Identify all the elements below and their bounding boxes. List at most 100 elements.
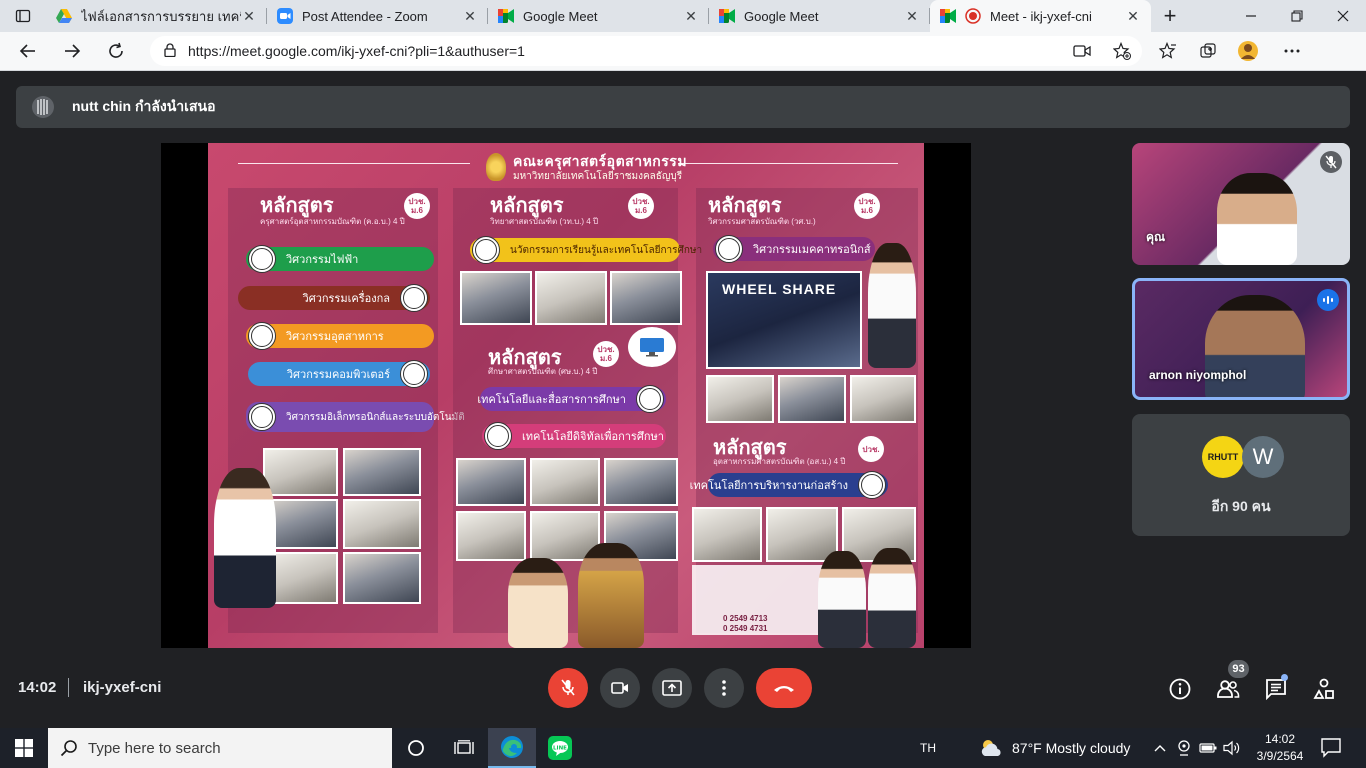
browser-tab-meet-2[interactable]: Google Meet ✕ — [709, 0, 930, 32]
window-controls — [1228, 0, 1366, 32]
new-tab-icon[interactable]: + — [1151, 0, 1189, 32]
browser-tab-meet-active[interactable]: Meet - ikj-yxef-cni ✕ — [930, 0, 1151, 32]
participant-name: คุณ — [1146, 230, 1166, 244]
task-view-icon[interactable] — [440, 728, 488, 768]
program-pill: วิศวกรรมอิเล็กทรอนิกส์และระบบอัตโนมัติ — [246, 402, 465, 432]
browser-tab-strip: ไฟล์เอกสารการบรรยาย เทคนิคการ ✕ Post Att… — [0, 0, 1366, 32]
tab-title: Post Attendee - Zoom — [302, 8, 428, 24]
minimize-icon[interactable] — [1228, 0, 1274, 32]
participant-tile-speaker[interactable]: arnon niyomphol — [1132, 278, 1350, 400]
info-icon — [1169, 678, 1191, 700]
weather-widget[interactable]: 87°F Mostly cloudy — [980, 739, 1130, 757]
activities-button[interactable] — [1311, 676, 1337, 702]
more-participants-label: อีก 90 คน — [1211, 498, 1271, 514]
poster-photo — [778, 375, 846, 423]
close-tab-icon[interactable]: ✕ — [904, 8, 920, 25]
address-bar[interactable]: https://meet.google.com/ikj-yxef-cni?pli… — [150, 36, 1142, 66]
poster-photo — [456, 458, 526, 506]
clock-date: 3/9/2564 — [1256, 749, 1304, 763]
meeting-code: ikj-yxef-cni — [83, 679, 162, 696]
poster-photo — [263, 448, 338, 496]
meeting-time: 14:02 — [18, 679, 57, 696]
student-figure — [868, 548, 916, 648]
volume-icon[interactable] — [1220, 736, 1244, 760]
input-language[interactable]: TH — [920, 741, 950, 755]
lock-icon[interactable] — [164, 42, 176, 60]
battery-icon[interactable] — [1196, 736, 1220, 760]
browser-tab-zoom[interactable]: Post Attendee - Zoom ✕ — [267, 0, 488, 32]
clock-time: 14:02 — [1264, 732, 1296, 746]
close-tab-icon[interactable]: ✕ — [1125, 8, 1141, 25]
zoom-icon — [277, 8, 293, 24]
settings-more-icon[interactable] — [1272, 35, 1312, 67]
people-icon — [1217, 680, 1240, 698]
camera-toggle-button[interactable] — [600, 668, 640, 708]
participant-name: arnon niyomphol — [1149, 368, 1247, 382]
collections-icon[interactable] — [1188, 35, 1228, 67]
windows-start-icon[interactable] — [0, 728, 48, 768]
leave-call-button[interactable] — [756, 668, 812, 708]
program-subheading: ศึกษาศาสตรบัณฑิต (ศษ.บ.) 4 ปี — [488, 367, 598, 376]
people-count-badge: 93 — [1228, 660, 1249, 678]
restore-icon[interactable] — [1274, 0, 1320, 32]
browser-tab-docs[interactable]: ไฟล์เอกสารการบรรยาย เทคนิคการ ✕ — [46, 0, 267, 32]
browser-toolbar: https://meet.google.com/ikj-yxef-cni?pli… — [0, 32, 1366, 71]
forward-icon[interactable] — [50, 35, 94, 67]
close-window-icon[interactable] — [1320, 0, 1366, 32]
close-tab-icon[interactable]: ✕ — [241, 8, 257, 25]
poster-photo — [530, 458, 600, 506]
program-pill: วิศวกรรมอุตสาหการ — [246, 322, 434, 350]
more-participants-tile[interactable]: RHUTT W อีก 90 คน — [1132, 414, 1350, 536]
edge-app-icon[interactable] — [488, 728, 536, 768]
program-pill: วิศวกรรมเครื่องกล — [238, 284, 430, 312]
svg-text:LINE: LINE — [553, 745, 567, 751]
browser-tab-meet-1[interactable]: Google Meet ✕ — [488, 0, 709, 32]
presenting-banner: nutt chin กำลังนำเสนอ — [16, 86, 1350, 128]
participant-tile-self[interactable]: คุณ — [1132, 143, 1350, 265]
camera-in-use-icon[interactable] — [1062, 35, 1102, 67]
program-subheading: วิศวกรรมศาสตรบัณฑิต (วศ.บ.) — [708, 217, 816, 226]
taskbar-search-box[interactable]: Type here to search — [48, 728, 392, 768]
tray-icons — [1148, 736, 1244, 760]
program-subheading: อุตสาหกรรมศาสตรบัณฑิต (อส.บ.) 4 ปี — [713, 457, 846, 466]
poster-subtitle: มหาวิทยาลัยเทคโนโลยีราชมงคลธัญบุรี — [513, 171, 683, 182]
add-favorite-icon[interactable] — [1102, 35, 1142, 67]
mic-toggle-button[interactable] — [548, 668, 588, 708]
back-icon[interactable] — [6, 35, 50, 67]
poster-photo — [692, 507, 762, 562]
more-vert-icon — [722, 680, 726, 696]
present-screen-icon — [662, 680, 682, 696]
tab-title: Google Meet — [523, 8, 598, 24]
close-tab-icon[interactable]: ✕ — [462, 8, 478, 25]
camera-icon — [611, 682, 628, 694]
favorites-icon[interactable] — [1148, 35, 1188, 67]
line-app-icon[interactable]: LINE — [536, 728, 584, 768]
student-figure — [818, 551, 866, 648]
close-tab-icon[interactable]: ✕ — [683, 8, 699, 25]
notifications-icon[interactable] — [1320, 736, 1344, 760]
show-everyone-button[interactable] — [1215, 676, 1241, 702]
poster-divider — [678, 163, 898, 164]
mic-off-icon — [1320, 151, 1342, 173]
poster-photo — [604, 458, 678, 506]
level-badge: ปวช. — [858, 436, 884, 462]
cortana-icon[interactable] — [392, 728, 440, 768]
level-badge: ปวช. ม.6 — [628, 193, 654, 219]
webcam-icon[interactable] — [1172, 736, 1196, 760]
presentation-poster: คณะครุศาสตร์อุตสาหกรรม มหาวิทยาลัยเทคโนโ… — [208, 143, 924, 648]
more-options-button[interactable] — [704, 668, 744, 708]
wheel-share-label: WHEEL SHARE — [722, 281, 837, 297]
reload-icon[interactable] — [94, 35, 138, 67]
shared-screen: คณะครุศาสตร์อุตสาหกรรม มหาวิทยาลัยเทคโนโ… — [161, 143, 971, 648]
present-now-button[interactable] — [652, 668, 692, 708]
program-pill: วิศวกรรมคอมพิวเตอร์ — [248, 360, 430, 388]
meeting-details-button[interactable] — [1167, 676, 1193, 702]
google-drive-icon — [56, 8, 72, 24]
participant-video — [1217, 173, 1297, 265]
chevron-up-icon[interactable] — [1148, 736, 1172, 760]
student-figure — [508, 558, 568, 648]
taskbar-clock[interactable]: 14:02 3/9/2564 — [1254, 731, 1306, 765]
profile-avatar-icon[interactable] — [1228, 35, 1268, 67]
student-figure — [214, 468, 276, 608]
tab-actions-menu-icon[interactable] — [0, 0, 46, 32]
